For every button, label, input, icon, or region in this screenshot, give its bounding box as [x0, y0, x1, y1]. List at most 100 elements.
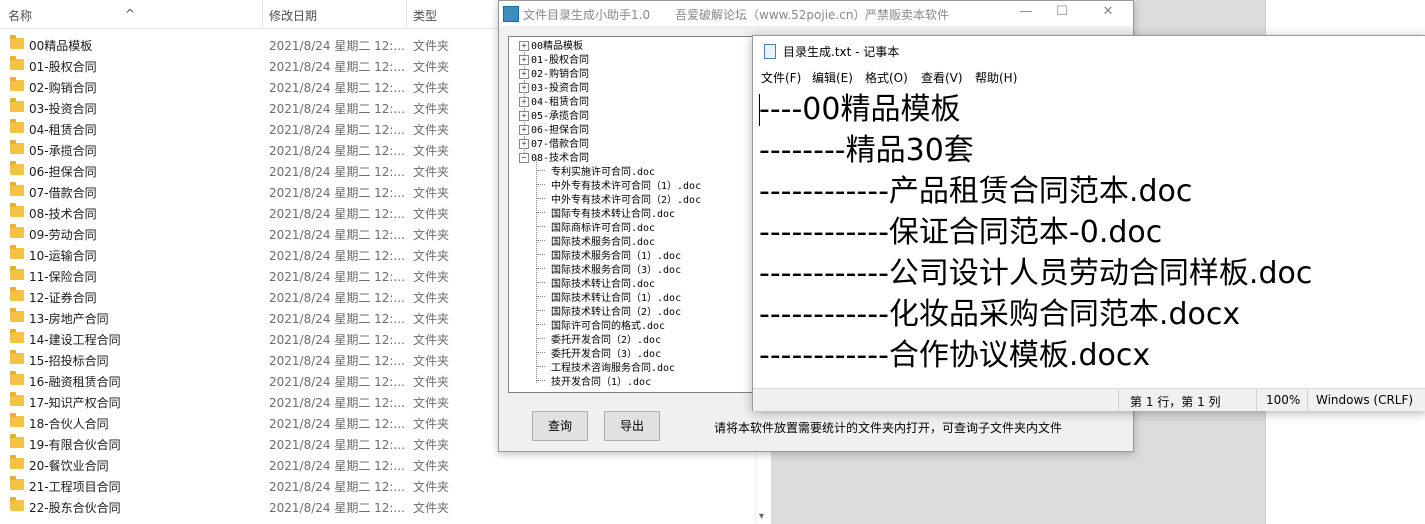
tree-file[interactable]: 国际技术服务合同.doc	[551, 233, 655, 248]
file-date: 2021/8/24 星期二 12:...	[269, 270, 405, 284]
file-date: 2021/8/24 星期二 12:...	[269, 81, 405, 95]
expand-icon[interactable]: +	[519, 83, 529, 93]
tree-file[interactable]: 国际技术转让合同.doc	[551, 275, 655, 290]
expand-icon[interactable]: +	[519, 97, 529, 107]
file-date: 2021/8/24 星期二 12:...	[269, 123, 405, 137]
tree-file[interactable]: 技开发合同（1）.doc	[551, 373, 651, 388]
menu-help[interactable]: 帮助(H)	[975, 69, 1017, 86]
file-row[interactable]: 21-工程项目合同 2021/8/24 星期二 12:... 文件夹	[0, 475, 760, 496]
folder-icon	[10, 161, 24, 175]
column-date[interactable]: 修改日期	[269, 7, 317, 24]
file-date: 2021/8/24 星期二 12:...	[269, 417, 405, 431]
tree-file[interactable]: 专利实施许可合同.doc	[551, 163, 655, 178]
text-editor[interactable]: ----00精品模板 --------精品30套 ------------产品租赁合…	[753, 88, 1425, 388]
tree-folder[interactable]: +00精品模板	[519, 37, 583, 52]
file-date: 2021/8/24 星期二 12:...	[269, 459, 405, 473]
tree-file[interactable]: 国际技术转让合同（1）.doc	[551, 289, 681, 304]
line-ending: Windows (CRLF)	[1316, 393, 1414, 407]
maximize-icon[interactable]: ☐	[1047, 4, 1077, 22]
file-name: 19-有限合伙合同	[29, 438, 121, 452]
tree-file[interactable]: 国际商标许可合同.doc	[551, 219, 655, 234]
file-type: 文件夹	[413, 165, 450, 179]
menu-view[interactable]: 查看(V)	[921, 69, 963, 86]
tree-file[interactable]: 工程技术咨询服务合同.doc	[551, 359, 675, 374]
file-date: 2021/8/24 星期二 12:...	[269, 501, 405, 515]
notepad-icon	[764, 44, 776, 59]
file-name: 09-劳动合同	[29, 228, 97, 242]
export-button[interactable]: 导出	[604, 411, 660, 441]
folder-icon	[10, 455, 24, 469]
file-name: 05-承揽合同	[29, 144, 97, 158]
file-name: 21-工程项目合同	[29, 480, 121, 494]
tree-file[interactable]: 中外专有技术许可合同（1）.doc	[551, 177, 701, 192]
tree-file[interactable]: 国际技术服务合同（1）.doc	[551, 247, 681, 262]
expand-icon[interactable]: +	[519, 69, 529, 79]
expand-icon[interactable]: +	[519, 55, 529, 65]
file-date: 2021/8/24 星期二 12:...	[269, 291, 405, 305]
tree-folder[interactable]: +04-租赁合同	[519, 93, 589, 108]
tree-file[interactable]: 委托开发合同（3）.doc	[551, 345, 661, 360]
column-type[interactable]: 类型	[413, 7, 437, 24]
expand-icon[interactable]: +	[519, 41, 529, 51]
file-date: 2021/8/24 星期二 12:...	[269, 186, 405, 200]
file-name: 03-投资合同	[29, 102, 97, 116]
close-icon[interactable]: ✕	[1093, 4, 1123, 22]
file-name: 10-运输合同	[29, 249, 97, 263]
column-name[interactable]: 名称	[8, 7, 32, 24]
tree-folder[interactable]: +03-投资合同	[519, 79, 589, 94]
directory-tree[interactable]: +00精品模板 +01-股权合同 +02-购销合同 +03-投资合同 +04-租赁合同 +…	[508, 36, 755, 393]
tool-titlebar[interactable]: 文件目录生成小助手1.0 吾爱破解论坛（www.52pojie.cn） 严禁贩卖…	[499, 1, 1133, 26]
text-line: ------------化妆品采购合同范本.docx	[759, 297, 1241, 332]
tree-file[interactable]: 国际专有技术转让合同.doc	[551, 205, 675, 220]
file-date: 2021/8/24 星期二 12:...	[269, 228, 405, 242]
query-button[interactable]: 查询	[532, 411, 588, 441]
folder-icon	[10, 434, 24, 448]
minimize-icon[interactable]: —	[1011, 4, 1041, 22]
file-row[interactable]: 22-股东合伙合同 2021/8/24 星期二 12:... 文件夹	[0, 496, 760, 517]
tree-folder[interactable]: +06-担保合同	[519, 121, 589, 136]
file-name: 18-合伙人合同	[29, 417, 109, 431]
file-row[interactable]: 20-餐饮业合同 2021/8/24 星期二 12:... 文件夹	[0, 454, 760, 475]
file-name: 00精品模板	[29, 39, 93, 53]
expand-icon[interactable]: +	[519, 125, 529, 135]
expand-icon[interactable]: +	[519, 139, 529, 149]
file-name: 22-股东合伙合同	[29, 501, 121, 515]
expand-icon[interactable]: +	[519, 111, 529, 121]
folder-icon	[10, 140, 24, 154]
notepad-titlebar[interactable]: 目录生成.txt - 记事本	[753, 36, 1425, 66]
column-divider[interactable]	[406, 0, 407, 28]
collapse-icon[interactable]: −	[519, 153, 529, 163]
file-date: 2021/8/24 星期二 12:...	[269, 438, 405, 452]
menu-edit[interactable]: 编辑(E)	[812, 69, 853, 86]
file-type: 文件夹	[413, 207, 450, 221]
tree-file[interactable]: 国际技术服务合同（3）.doc	[551, 261, 681, 276]
tree-file[interactable]: 委托开发合同（2）.doc	[551, 331, 661, 346]
folder-icon	[10, 266, 24, 280]
tree-file[interactable]: 国际技术转让合同（2）.doc	[551, 303, 681, 318]
tree-folder[interactable]: +07-借款合同	[519, 135, 589, 150]
menu-format[interactable]: 格式(O)	[865, 69, 908, 86]
tree-folder[interactable]: +01-股权合同	[519, 51, 589, 66]
tree-folder[interactable]: +05-承揽合同	[519, 107, 589, 122]
menu-bar: 文件(F) 编辑(E) 格式(O) 查看(V) 帮助(H)	[753, 66, 1425, 88]
scroll-down-icon[interactable]: ▾	[759, 511, 764, 522]
folder-icon	[10, 119, 24, 133]
file-name: 13-房地产合同	[29, 312, 109, 326]
file-type: 文件夹	[413, 333, 450, 347]
folder-icon	[10, 98, 24, 112]
tree-folder[interactable]: −08-技术合同	[519, 149, 589, 164]
column-divider[interactable]	[262, 0, 263, 28]
file-name: 08-技术合同	[29, 207, 97, 221]
tree-file[interactable]: 国际许可合同的格式.doc	[551, 317, 665, 332]
file-type: 文件夹	[413, 186, 450, 200]
tree-folder[interactable]: +02-购销合同	[519, 65, 589, 80]
folder-icon	[10, 350, 24, 364]
file-name: 12-证券合同	[29, 291, 97, 305]
file-name: 06-担保合同	[29, 165, 97, 179]
text-line: ------------产品租赁合同范本.doc	[759, 174, 1193, 209]
tree-file[interactable]: 中外专有技术许可合同（2）.doc	[551, 191, 701, 206]
file-name: 14-建设工程合同	[29, 333, 121, 347]
file-date: 2021/8/24 星期二 12:...	[269, 396, 405, 410]
menu-file[interactable]: 文件(F)	[761, 69, 801, 86]
file-date: 2021/8/24 星期二 12:...	[269, 165, 405, 179]
